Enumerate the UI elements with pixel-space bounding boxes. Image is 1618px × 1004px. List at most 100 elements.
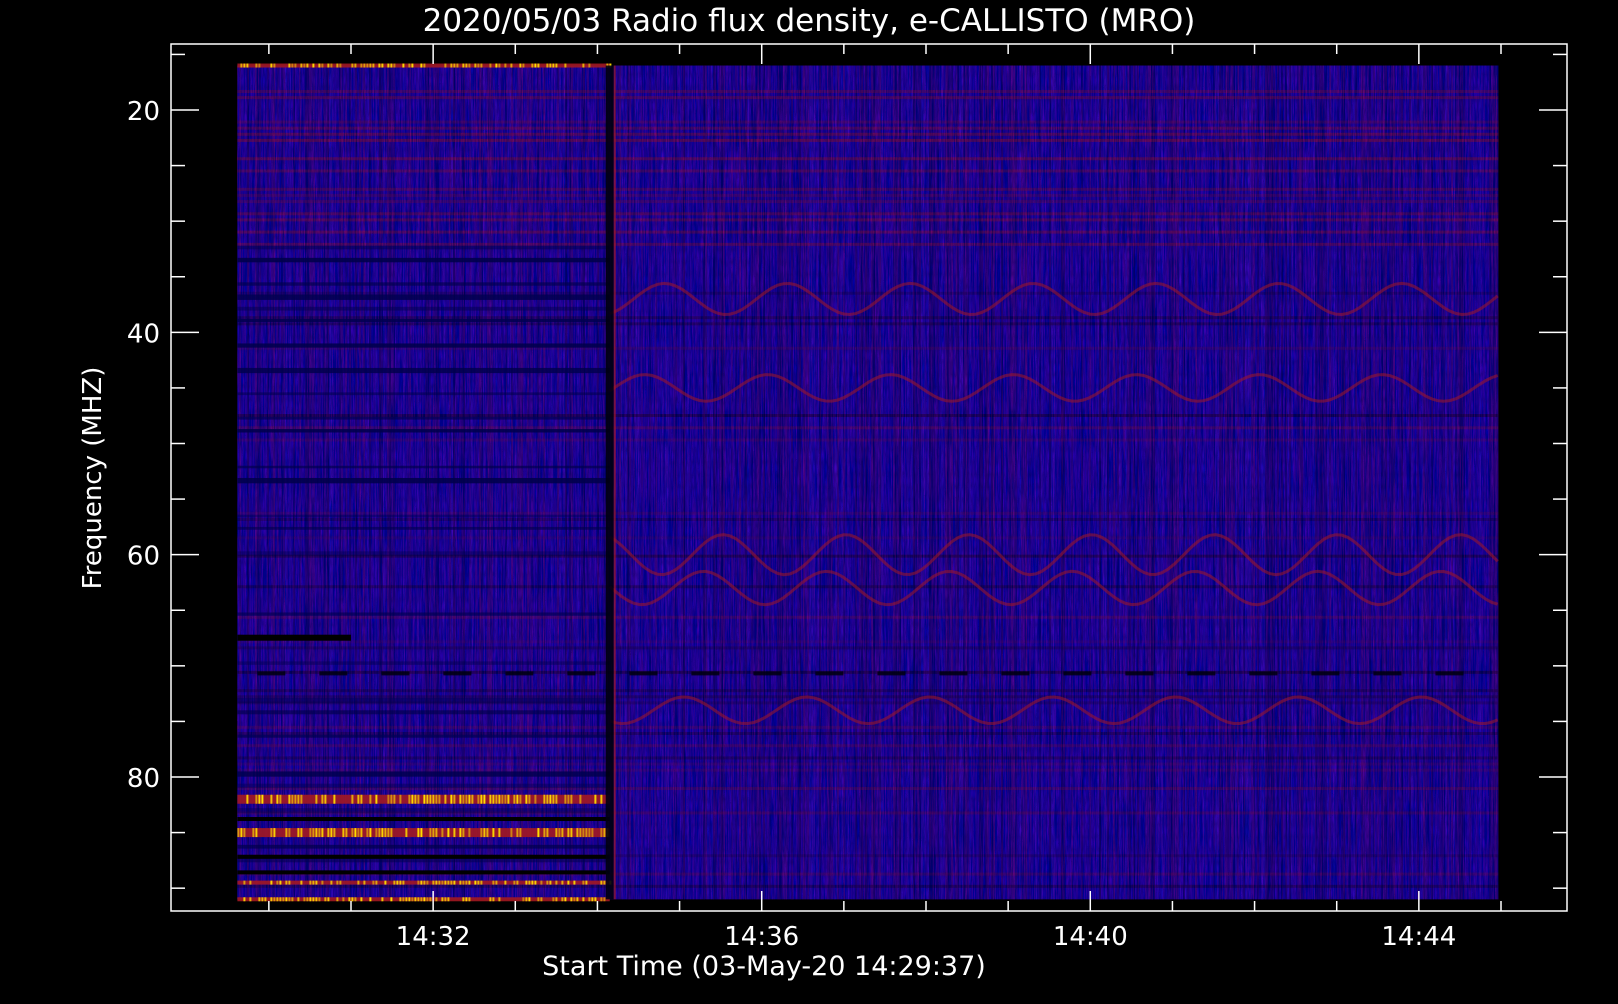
dark-band [237,771,610,777]
dark-band [237,282,610,286]
strong-band-peak [405,897,408,902]
strong-band-peak [270,828,273,838]
strong-band-peak [273,897,276,902]
strong-band-peak [600,880,603,885]
strong-band-peak [300,794,303,804]
dash [753,671,782,676]
strong-band-peak [420,897,423,902]
strong-band-peak [525,897,528,902]
strong-band-peak [279,794,282,804]
strong-band-peak [324,897,327,902]
strong-band-peak [582,63,585,68]
dash [1001,671,1030,676]
dark-band [237,710,610,715]
strong-band-peak [555,828,558,838]
strong-band-peak [522,897,525,902]
x-tick-label: 14:36 [724,922,799,952]
strong-band-peak [546,794,549,804]
strong-band-peak [375,880,378,885]
dash [1373,671,1402,676]
strong-band-peak [435,828,438,838]
strong-band-peak [492,880,495,885]
strong-band-peak [315,897,318,902]
strong-band-peak [297,828,300,838]
strong-band-peak [588,63,591,68]
dark-band [237,245,610,250]
strong-band-peak [435,880,438,885]
dark-band [237,465,610,469]
spectrogram-svg: 2020/05/03 Radio flux density, e-CALLIST… [78,3,1568,982]
strong-band-peak [372,63,375,68]
strong-band-peak [462,794,465,804]
strong-band-peak [573,880,576,885]
strong-band-peak [291,794,294,804]
strong-band-peak [453,63,456,68]
x-tick-label: 14:44 [1381,922,1456,952]
strong-band-peak [525,794,528,804]
strong-band-peak [519,794,522,804]
strong-band-peak [399,880,402,885]
strong-band-peak [480,880,483,885]
strong-band-peak [471,794,474,804]
dash [257,671,286,676]
strong-band-peak [276,794,279,804]
strong-band-peak [255,828,258,838]
strong-band-peak [495,880,498,885]
strong-band-peak [405,828,408,838]
dark-band [237,318,610,322]
gap-band [237,817,610,822]
dash [815,671,844,676]
strong-band-peak [315,828,318,838]
strong-band-peak [240,828,243,838]
strong-band-peak [339,880,342,885]
strong-band-peak [402,880,405,885]
strong-band-peak [480,794,483,804]
strong-band-peak [459,794,462,804]
strong-band-peak [363,63,366,68]
strong-band-peak [270,794,273,804]
strong-band-peak [333,828,336,838]
strong-band-peak [588,897,591,902]
strong-band-peak [360,63,363,68]
strong-band-peak [339,63,342,68]
strong-band-peak [483,794,486,804]
dash [1435,671,1464,676]
strong-band-peak [438,794,441,804]
x-axis-label: Start Time (03-May-20 14:29:37) [542,951,986,982]
strong-band-peak [561,897,564,902]
strong-band-peak [378,828,381,838]
strong-band-peak [462,880,465,885]
strong-band-peak [468,880,471,885]
y-tick-label: 20 [127,97,160,127]
strong-band-peak [336,880,339,885]
strong-band-peak [510,63,513,68]
strong-band-peak [423,63,426,68]
strong-band-peak [300,63,303,68]
strong-band-peak [549,63,552,68]
strong-band-peak [603,828,606,838]
strong-band-peak [273,63,276,68]
strong-band-peak [294,63,297,68]
strong-band-peak [441,880,444,885]
strong-band-peak [465,880,468,885]
dark-band [237,343,610,348]
strong-band-peak [288,880,291,885]
strong-band-peak [513,794,516,804]
strong-band-peak [351,63,354,68]
strong-band-peak [312,897,315,902]
strong-band-peak [357,828,360,838]
strong-band-peak [486,828,489,838]
strong-band-peak [435,897,438,902]
strong-band-peak [465,897,468,902]
gap-band [237,870,610,875]
strong-band-peak [261,794,264,804]
strong-band-peak [384,880,387,885]
strong-band-peak [444,794,447,804]
strong-band-peak [432,880,435,885]
strong-band-peak [327,828,330,838]
y-tick-label: 60 [127,542,160,572]
strong-band-peak [327,897,330,902]
strong-band-peak [399,794,402,804]
strong-band-peak [246,794,249,804]
strong-band-peak [498,794,501,804]
